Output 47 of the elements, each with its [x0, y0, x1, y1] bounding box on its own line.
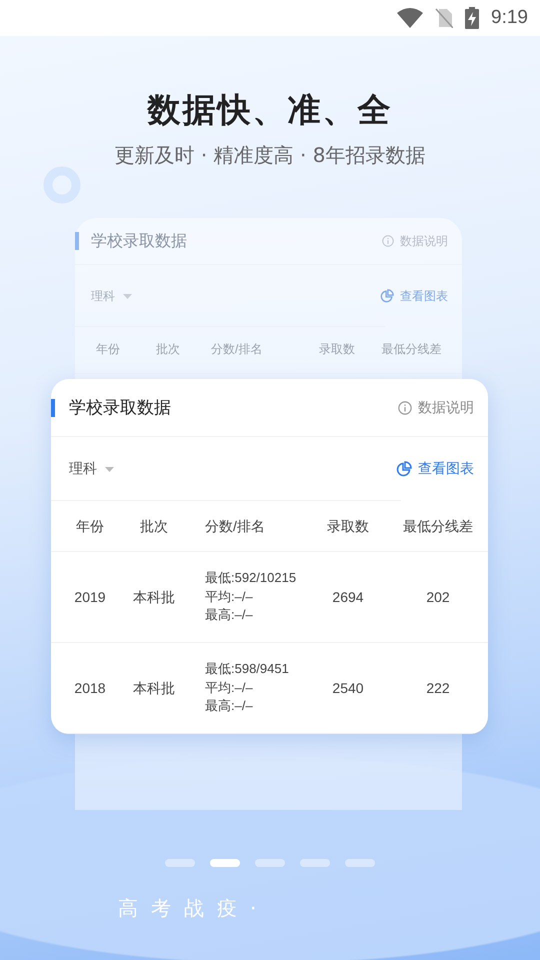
score-line: 最低:598/9451 [205, 660, 289, 678]
wifi-icon [397, 8, 424, 28]
card-title: 学校录取数据 [91, 230, 187, 252]
info-icon [398, 400, 412, 414]
column-header: 分数/排名 [210, 341, 264, 358]
column-header: 最低分线差 [402, 516, 474, 536]
pie-chart-icon [380, 289, 394, 303]
table-cell-text: 2019 [73, 588, 107, 607]
table-cell-text: 222 [425, 678, 451, 698]
table-cell-text: 2018 [73, 678, 107, 698]
table-cell-text: 本科批 [132, 588, 176, 607]
table-cell-text: 2694 [331, 588, 365, 607]
column-header: 最低分线差 [380, 341, 442, 358]
clock-time: 9:19 [491, 7, 528, 29]
table-cell-text: 202 [425, 588, 451, 607]
pie-chart-icon [396, 461, 412, 477]
table-cell-text: 2540 [331, 678, 365, 698]
data-note-link[interactable]: 数据说明 [398, 398, 474, 416]
table-cell-text: 本科批 [132, 678, 176, 698]
column-header: 年份 [75, 516, 105, 536]
score-line: 平均:–/– [205, 588, 253, 606]
subheadline: 更新及时 · 精准度高 · 8年招录数据 [114, 142, 426, 169]
footer-slogan: 高考战疫· [117, 895, 270, 922]
info-icon [382, 235, 394, 247]
caret-icon [123, 294, 132, 298]
score-line: 平均:–/– [205, 678, 253, 697]
score-line: 最高:–/– [205, 697, 253, 716]
subject-dropdown[interactable]: 理科 [91, 288, 132, 304]
card-title: 学校录取数据 [69, 397, 171, 419]
column-header: 批次 [139, 516, 169, 536]
score-line: 最低:592/10215 [205, 568, 296, 587]
caret-icon [105, 466, 114, 472]
column-header: 录取数 [326, 516, 370, 536]
data-note-link[interactable]: 数据说明 [382, 232, 448, 250]
score-line: 最高:–/– [205, 606, 253, 624]
view-chart-link[interactable]: 查看图表 [396, 460, 474, 478]
column-header: 分数/排名 [204, 516, 266, 536]
view-chart-link[interactable]: 查看图表 [380, 288, 448, 304]
title-accent-bar [51, 398, 55, 416]
headline: 数据快、准、全 [146, 89, 394, 131]
column-header: 录取数 [318, 341, 356, 358]
column-header: 批次 [155, 341, 181, 358]
column-header: 年份 [95, 341, 121, 358]
subject-dropdown[interactable]: 理科 [69, 460, 114, 478]
battery-charging-icon [465, 7, 480, 29]
no-sim-icon [435, 8, 454, 28]
title-accent-bar [75, 232, 79, 250]
